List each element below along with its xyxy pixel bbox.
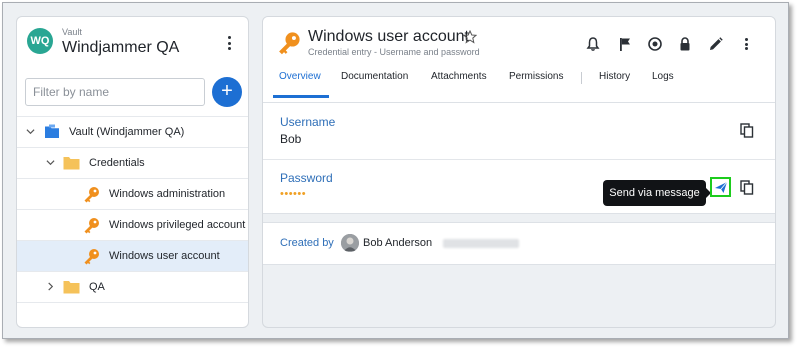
tree-item-entry[interactable]: Windows administration: [17, 178, 248, 209]
key-icon: [84, 187, 99, 203]
add-entry-button[interactable]: +: [212, 77, 242, 107]
field-divider: [263, 159, 775, 160]
checkout-circle-icon[interactable]: [647, 36, 663, 52]
tree-label-vault-root: Vault (Windjammer QA): [69, 126, 185, 138]
entry-title: Windows user account: [308, 28, 469, 45]
tab-separator: [581, 72, 582, 84]
copy-icon[interactable]: [739, 179, 755, 195]
folder-icon: [63, 281, 80, 294]
key-icon: [84, 218, 99, 234]
vault-menu-icon[interactable]: [222, 34, 236, 52]
tree-item-vault-root[interactable]: Vault (Windjammer QA): [17, 116, 248, 147]
created-by-name: Bob Anderson: [363, 237, 433, 249]
copy-icon[interactable]: [739, 122, 755, 138]
user-photo-icon: [341, 234, 359, 252]
password-value: ••••••: [280, 188, 307, 200]
vault-header: WQ Vault Windjammer QA: [17, 17, 248, 69]
send-icon: [714, 181, 727, 193]
user-avatar: [341, 234, 359, 252]
active-tab-indicator: [273, 95, 329, 98]
username-value: Bob: [280, 132, 302, 146]
entry-detail-panel: Windows user account Credential entry - …: [262, 16, 776, 328]
username-label: Username: [280, 115, 336, 129]
key-icon: [279, 32, 300, 55]
flag-icon[interactable]: [617, 36, 633, 52]
vault-folder-icon: [45, 124, 59, 138]
tree-label-entry: Windows administration: [109, 188, 226, 200]
app-window: WQ Vault Windjammer QA + Vault (Windjamm…: [2, 2, 789, 339]
star-icon[interactable]: [463, 30, 477, 44]
chevron-right-icon[interactable]: [46, 282, 55, 291]
password-label: Password: [280, 171, 333, 185]
send-via-message-tooltip: Send via message: [603, 180, 711, 206]
folder-icon: [63, 157, 80, 170]
vault-name: Windjammer QA: [62, 39, 180, 56]
tree-item-qa[interactable]: QA: [17, 271, 248, 302]
edit-pencil-icon[interactable]: [708, 36, 724, 52]
vault-type-label: Vault: [62, 27, 82, 37]
entry-header: Windows user account Credential entry - …: [263, 17, 775, 105]
tab-permissions[interactable]: Permissions: [509, 71, 563, 82]
filter-input[interactable]: [25, 78, 205, 106]
tab-documentation[interactable]: Documentation: [341, 71, 408, 82]
send-via-message-button[interactable]: [710, 177, 731, 197]
created-by-label: Created by: [280, 237, 334, 249]
tree-label-qa: QA: [89, 281, 105, 293]
vault-sidebar: WQ Vault Windjammer QA + Vault (Windjamm…: [16, 16, 249, 328]
chevron-down-icon[interactable]: [26, 127, 35, 136]
tree-item-entry[interactable]: Windows privileged account: [17, 209, 248, 240]
bell-icon[interactable]: [585, 36, 601, 52]
key-icon: [84, 249, 99, 265]
tree-label-entry: Windows privileged account: [109, 219, 246, 231]
tree-item-credentials[interactable]: Credentials: [17, 147, 248, 178]
tab-history[interactable]: History: [599, 71, 630, 82]
entry-menu-icon[interactable]: [742, 36, 750, 52]
tab-logs[interactable]: Logs: [652, 71, 674, 82]
tree-label-credentials: Credentials: [89, 157, 145, 169]
redacted-timestamp: [443, 239, 519, 248]
vault-avatar: WQ: [27, 28, 53, 54]
tree-item-entry-selected[interactable]: Windows user account: [17, 240, 248, 271]
entry-subtitle: Credential entry - Username and password: [308, 47, 480, 57]
tab-overview[interactable]: Overview: [279, 71, 321, 82]
tree-empty-row: [17, 302, 248, 327]
tree-label-entry: Windows user account: [109, 250, 220, 262]
chevron-down-icon[interactable]: [46, 158, 55, 167]
created-by-card: Created by Bob Anderson: [263, 222, 775, 265]
tab-attachments[interactable]: Attachments: [431, 71, 487, 82]
lock-icon[interactable]: [677, 36, 693, 52]
